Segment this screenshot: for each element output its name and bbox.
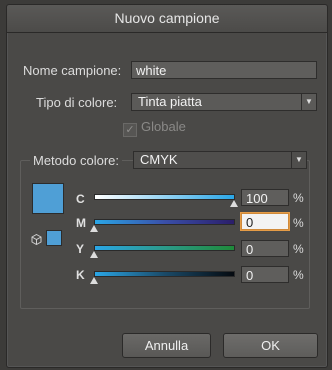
color-type-label: Tipo di colore: [36, 95, 118, 110]
slider-c-label: C [76, 192, 85, 206]
k-unit: % [293, 268, 304, 282]
global-option: ✓ Globale [123, 119, 186, 137]
color-mode-label: Metodo colore: [30, 153, 122, 168]
c-unit: % [293, 191, 304, 205]
global-label: Globale [141, 119, 186, 134]
3d-cube-icon [31, 232, 42, 246]
k-value-field[interactable]: 0 [241, 266, 289, 283]
color-mode-select[interactable]: CMYK ▼ [133, 151, 307, 169]
swatch-name-input[interactable]: white [131, 61, 317, 79]
c-value-field[interactable]: 100 [241, 189, 289, 206]
slider-m-thumb[interactable] [90, 225, 98, 232]
global-checkbox[interactable]: ✓ [123, 123, 137, 137]
color-type-select[interactable]: Tinta piatta ▼ [131, 93, 317, 111]
slider-m-track[interactable] [94, 219, 235, 225]
color-type-value: Tinta piatta [138, 94, 202, 109]
color-preview-swatch [32, 183, 64, 214]
cancel-button[interactable]: Annulla [122, 333, 211, 358]
web-safe-swatch[interactable] [46, 230, 62, 246]
slider-c-thumb[interactable] [230, 200, 238, 207]
slider-c-track[interactable] [94, 194, 235, 200]
color-mode-value: CMYK [140, 152, 178, 167]
ok-button[interactable]: OK [223, 333, 318, 358]
slider-y-thumb[interactable] [90, 251, 98, 258]
swatch-name-label: Nome campione: [23, 63, 122, 78]
slider-k-track[interactable] [94, 271, 235, 277]
dialog-title: Nuovo campione [7, 5, 327, 33]
slider-m-label: M [76, 216, 86, 230]
chevron-down-icon: ▼ [301, 94, 316, 110]
y-unit: % [293, 242, 304, 256]
y-value-field[interactable]: 0 [241, 240, 289, 257]
slider-y-label: Y [76, 242, 85, 256]
chevron-down-icon: ▼ [291, 152, 306, 168]
m-value-field[interactable]: 0 [241, 213, 289, 230]
slider-k-thumb[interactable] [90, 277, 98, 284]
m-unit: % [293, 216, 304, 230]
slider-y-track[interactable] [94, 245, 235, 251]
slider-k-label: K [76, 268, 85, 282]
